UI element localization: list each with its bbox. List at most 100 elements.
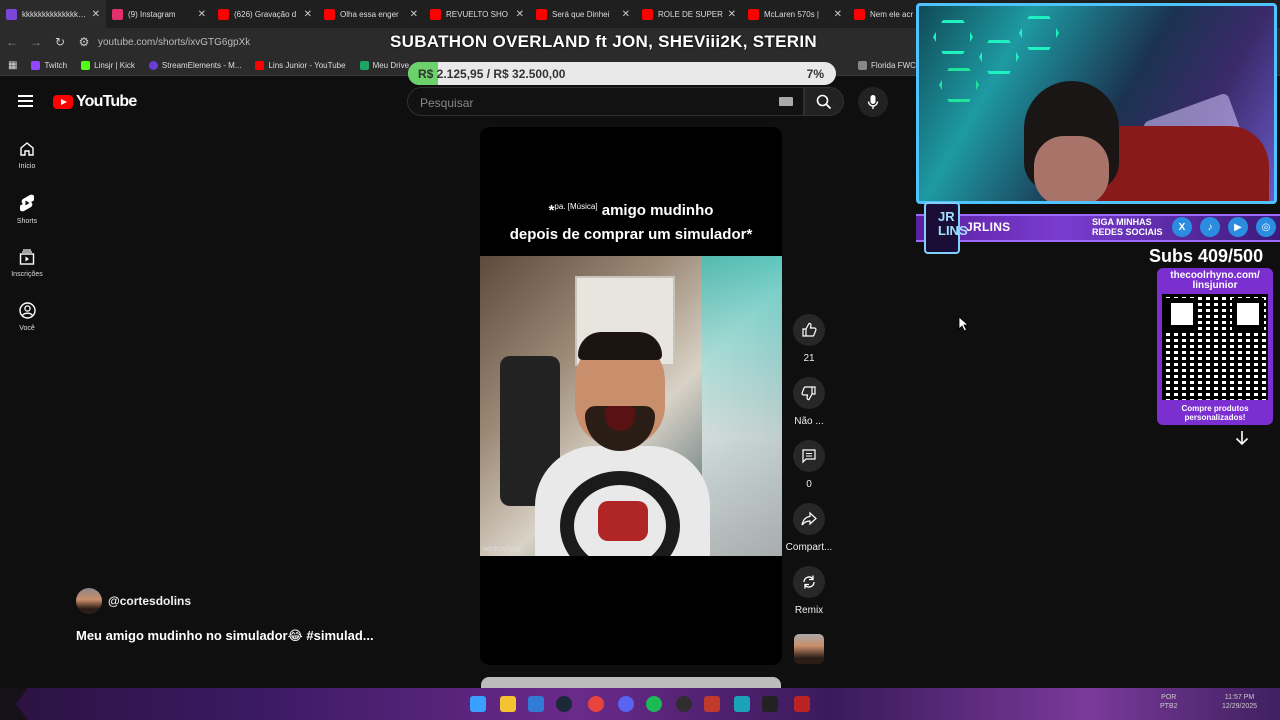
nav-item-you[interactable]: Você (0, 290, 54, 344)
social-banner: JR LINS JRLINS SIGA MINHAS REDES SOCIAIS … (916, 202, 1280, 254)
obs-icon[interactable] (676, 696, 692, 712)
tab-label: (626) Gravação d (234, 9, 297, 19)
bookmark-florida[interactable]: Florida FWC (858, 61, 916, 70)
youtube-icon (324, 8, 335, 20)
browser-tab[interactable]: Será que Dinhei ✕ (530, 0, 636, 28)
comments-circle[interactable] (793, 440, 825, 472)
terminal-icon[interactable] (762, 696, 778, 712)
share-circle[interactable] (793, 503, 825, 535)
close-icon[interactable]: ✕ (198, 9, 206, 20)
url-field[interactable]: youtube.com/shorts/ixvGTG6gpXk (98, 37, 250, 48)
browser-tab[interactable]: kkkkkkkkkkkkkkkkk ✕ (0, 0, 106, 28)
comments-button[interactable]: 0 (792, 440, 826, 490)
explorer-icon[interactable] (500, 696, 516, 712)
video-wheel-center (598, 501, 648, 541)
reload-icon[interactable]: ↻ (48, 35, 72, 49)
remix-button[interactable]: Remix (792, 566, 826, 616)
twitch-icon (31, 61, 41, 70)
shorts-icon (20, 194, 34, 211)
youtube-icon (748, 8, 759, 20)
qr-caption: Compre produtos personalizados! (1157, 404, 1273, 422)
browser-tab[interactable]: (9) Instagram ✕ (106, 0, 212, 28)
voice-search-button[interactable] (858, 87, 888, 117)
bookmark-label: Lins Junior - YouTube (268, 61, 346, 70)
back-icon[interactable]: ← (0, 35, 24, 49)
app-icon[interactable] (528, 696, 544, 712)
tab-label: (9) Instagram (128, 9, 176, 19)
search-button[interactable] (804, 87, 844, 116)
bookmark-twitch[interactable]: Twitch (31, 61, 67, 70)
channel-info[interactable]: @cortesdolins (76, 588, 191, 614)
keyboard-icon[interactable] (779, 97, 793, 106)
like-count: 21 (803, 353, 815, 364)
close-icon[interactable]: ✕ (728, 9, 736, 20)
site-info-icon[interactable]: ⚙ (72, 35, 96, 49)
browser-tab[interactable]: ROLE DE SUPER ✕ (636, 0, 742, 28)
x-icon: X (1172, 217, 1192, 237)
close-icon[interactable]: ✕ (834, 9, 842, 20)
close-icon[interactable]: ✕ (622, 9, 630, 20)
share-label: Compart... (785, 542, 833, 553)
chrome-icon[interactable] (588, 696, 604, 712)
avatar[interactable] (76, 588, 102, 614)
arrow-down-icon[interactable] (1232, 428, 1252, 448)
bookmark-label: Linsjr | Kick (94, 61, 135, 70)
app-icon[interactable] (794, 696, 810, 712)
caption-small-2: [Música] (567, 202, 598, 211)
app-icon[interactable] (704, 696, 720, 712)
dislike-button[interactable]: Não ... (792, 377, 826, 427)
app-icon[interactable] (734, 696, 750, 712)
like-circle[interactable] (793, 314, 825, 346)
bookmark-kick[interactable]: Linsjr | Kick (81, 61, 135, 70)
nav-item-shorts[interactable]: Shorts (0, 182, 54, 236)
browser-tab[interactable]: (626) Gravação d ✕ (212, 0, 318, 28)
forward-icon[interactable]: → (24, 35, 48, 49)
streamer-name: JRLINS (966, 220, 1011, 234)
instagram-icon: ◎ (1256, 217, 1276, 237)
nav-label: Você (19, 325, 35, 332)
youtube-logo[interactable]: YouTube (53, 93, 137, 111)
apps-icon[interactable]: ▦ (8, 60, 17, 71)
browser-tab[interactable]: Olha essa enger ✕ (318, 0, 424, 28)
search-input[interactable]: Pesquisar (407, 87, 804, 116)
browser-tab[interactable]: McLaren 570s | ✕ (742, 0, 848, 28)
share-icon (801, 511, 817, 526)
subscriptions-icon (19, 248, 35, 265)
tab-label: Será que Dinhei (552, 9, 610, 19)
browser-tab[interactable]: REVUELTO SHO ✕ (424, 0, 530, 28)
language-line-2: PTB2 (1160, 703, 1178, 710)
logo-text: JR LINS (938, 209, 968, 238)
tab-label: REVUELTO SHO (446, 9, 508, 19)
youtube-icon (642, 8, 653, 20)
close-icon[interactable]: ✕ (304, 9, 312, 20)
dislike-circle[interactable] (793, 377, 825, 409)
channel-handle[interactable]: @cortesdolins (108, 594, 191, 608)
stream-title: SUBATHON OVERLAND ft JON, SHEViii2K, STE… (390, 32, 817, 51)
menu-icon[interactable] (18, 95, 33, 107)
nav-label: Shorts (16, 217, 38, 225)
bookmark-streamelements[interactable]: StreamElements - M... (148, 61, 241, 70)
goal-text: R$ 2.125,95 / R$ 32.500,00 (418, 67, 566, 81)
tab-label: Olha essa enger (340, 9, 399, 19)
nav-item-home[interactable]: Início (0, 128, 54, 182)
language-indicator[interactable]: POR PTB2 (1160, 693, 1178, 711)
short-video-player[interactable]: *pa. [Música] amigo mudinho depois de co… (480, 127, 782, 665)
bookmark-drive[interactable]: Meu Drive (359, 61, 409, 70)
close-icon[interactable]: ✕ (516, 9, 524, 20)
start-icon[interactable] (470, 696, 486, 712)
steam-icon[interactable] (556, 696, 572, 712)
remix-circle[interactable] (793, 566, 825, 598)
mic-icon (867, 95, 879, 109)
taskbar-clock[interactable]: 11:57 PM 12/29/2025 (1222, 693, 1257, 711)
bookmark-youtube[interactable]: Lins Junior - YouTube (255, 61, 346, 70)
streamer-face (1034, 136, 1109, 201)
close-icon[interactable]: ✕ (410, 9, 418, 20)
discord-icon[interactable] (618, 696, 634, 712)
close-icon[interactable]: ✕ (92, 9, 100, 20)
share-button[interactable]: Compart... (786, 503, 832, 553)
like-button[interactable]: 21 (792, 314, 826, 364)
short-title[interactable]: Meu amigo mudinho no simulador😂 #simulad… (76, 628, 374, 644)
spotify-icon[interactable] (646, 696, 662, 712)
nav-item-subscriptions[interactable]: Inscrições (0, 236, 54, 290)
channel-thumbnail[interactable] (794, 634, 824, 664)
